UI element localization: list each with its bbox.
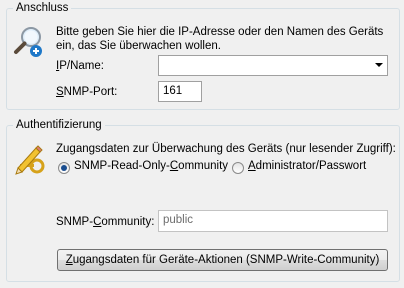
auth-description: Zugangsdaten zur Überwachung des Geräts … bbox=[56, 143, 396, 155]
connection-group-label: Anschluss bbox=[13, 1, 72, 15]
auth-group-label: Authentifizierung bbox=[13, 118, 105, 132]
radio-admin-password[interactable] bbox=[232, 162, 244, 174]
radio-readonly-community-label[interactable]: SNMP-Read-Only-Community bbox=[74, 160, 228, 172]
chevron-down-icon[interactable] bbox=[375, 63, 383, 67]
radio-selected-dot bbox=[61, 165, 67, 171]
ip-name-combobox[interactable] bbox=[158, 55, 388, 76]
snmp-port-field[interactable]: 161 bbox=[158, 81, 202, 102]
write-community-button[interactable]: Zugangsdaten für Geräte-Aktionen (SNMP-W… bbox=[57, 249, 388, 271]
snmp-community-field[interactable]: public bbox=[158, 210, 388, 232]
radio-readonly-community[interactable] bbox=[58, 162, 70, 174]
ip-name-label: IP/Name: bbox=[56, 60, 104, 72]
connection-description: Bitte geben Sie hier die IP-Adresse oder… bbox=[56, 26, 384, 52]
snmp-community-label: SNMP-Community: bbox=[56, 216, 155, 228]
radio-admin-password-label[interactable]: Administrator/Passwort bbox=[248, 160, 366, 172]
pencil-key-icon bbox=[12, 142, 46, 176]
magnifier-plus-icon bbox=[12, 24, 46, 58]
snmp-port-label: SNMP-Port: bbox=[56, 86, 118, 98]
